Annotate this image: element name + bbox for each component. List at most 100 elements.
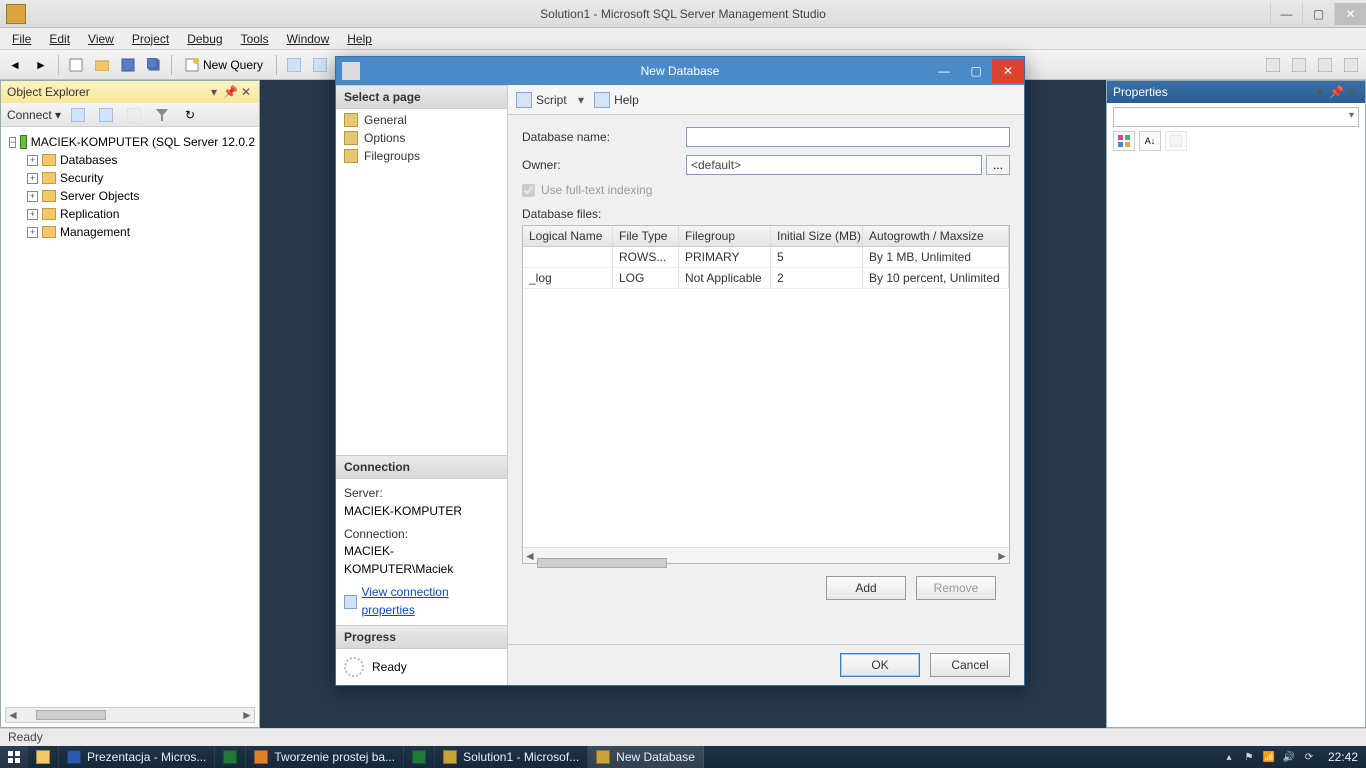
menu-tools[interactable]: Tools bbox=[233, 30, 277, 48]
cell-size[interactable]: 2 bbox=[771, 268, 863, 288]
owner-browse-button[interactable]: ... bbox=[986, 155, 1010, 175]
tree-node-replication[interactable]: +Replication bbox=[27, 205, 255, 223]
taskbar-item[interactable] bbox=[404, 746, 435, 768]
view-connection-link[interactable]: View connection properties bbox=[344, 584, 499, 619]
menu-debug[interactable]: Debug bbox=[179, 30, 230, 48]
grid-row[interactable]: _log LOG Not Applicable 2 By 10 percent,… bbox=[523, 268, 1009, 289]
menu-edit[interactable]: Edit bbox=[41, 30, 78, 48]
tool-icon-d[interactable] bbox=[1340, 54, 1362, 76]
properties-object-dropdown[interactable] bbox=[1113, 107, 1359, 127]
col-logical-name[interactable]: Logical Name bbox=[523, 226, 613, 246]
dialog-close-button[interactable]: ✕ bbox=[992, 59, 1024, 83]
ok-button[interactable]: OK bbox=[840, 653, 920, 677]
expander-icon[interactable]: + bbox=[27, 191, 38, 202]
col-autogrowth[interactable]: Autogrowth / Maxsize bbox=[863, 226, 1009, 246]
tool-icon-c[interactable] bbox=[1314, 54, 1336, 76]
panel-pin-icon[interactable]: 📌 bbox=[223, 85, 237, 99]
tree-node-security[interactable]: +Security bbox=[27, 169, 255, 187]
scroll-right-icon[interactable]: ► bbox=[995, 549, 1009, 563]
tray-network-icon[interactable]: 📶 bbox=[1262, 750, 1276, 764]
scroll-thumb[interactable] bbox=[537, 558, 667, 568]
taskbar-item[interactable] bbox=[215, 746, 246, 768]
scroll-right-icon[interactable]: ► bbox=[240, 708, 254, 722]
cell-growth[interactable]: By 1 MB, Unlimited bbox=[863, 247, 1009, 267]
col-file-type[interactable]: File Type bbox=[613, 226, 679, 246]
chevron-down-icon[interactable]: ▾ bbox=[578, 93, 584, 107]
save-icon[interactable] bbox=[117, 54, 139, 76]
start-button[interactable] bbox=[0, 746, 28, 768]
oe-filter-icon[interactable] bbox=[151, 104, 173, 126]
scroll-left-icon[interactable]: ◄ bbox=[6, 708, 20, 722]
scroll-left-icon[interactable]: ◄ bbox=[523, 549, 537, 563]
cell-type[interactable]: LOG bbox=[613, 268, 679, 288]
categorized-icon[interactable] bbox=[1113, 131, 1135, 151]
page-options[interactable]: Options bbox=[336, 129, 507, 147]
dialog-minimize-button[interactable]: — bbox=[928, 59, 960, 83]
panel-dropdown-icon[interactable]: ▾ bbox=[1313, 85, 1327, 99]
panel-pin-icon[interactable]: 📌 bbox=[1329, 85, 1343, 99]
connect-button[interactable]: Connect ▾ bbox=[7, 108, 61, 122]
add-button[interactable]: Add bbox=[826, 576, 906, 600]
db-name-input[interactable] bbox=[686, 127, 1010, 147]
panel-close-icon[interactable]: ✕ bbox=[239, 85, 253, 99]
expander-icon[interactable]: − bbox=[9, 137, 16, 148]
tray-flag-icon[interactable]: ⚑ bbox=[1242, 750, 1256, 764]
taskbar-item[interactable]: Prezentacja - Micros... bbox=[59, 746, 215, 768]
cell-growth[interactable]: By 10 percent, Unlimited bbox=[863, 268, 1009, 288]
cell-filegroup[interactable]: Not Applicable bbox=[679, 268, 771, 288]
dialog-maximize-button[interactable]: ▢ bbox=[960, 59, 992, 83]
cell-logical[interactable]: _log bbox=[523, 268, 613, 288]
cell-size[interactable]: 5 bbox=[771, 247, 863, 267]
panel-close-icon[interactable]: ✕ bbox=[1345, 85, 1359, 99]
cell-type[interactable]: ROWS... bbox=[613, 247, 679, 267]
expander-icon[interactable]: + bbox=[27, 155, 38, 166]
col-initial-size[interactable]: Initial Size (MB) bbox=[771, 226, 863, 246]
database-files-grid[interactable]: Logical Name File Type Filegroup Initial… bbox=[522, 225, 1010, 564]
new-project-icon[interactable] bbox=[65, 54, 87, 76]
col-filegroup[interactable]: Filegroup bbox=[679, 226, 771, 246]
tree-node-management[interactable]: +Management bbox=[27, 223, 255, 241]
menu-file[interactable]: File bbox=[4, 30, 39, 48]
tool-icon-a[interactable] bbox=[1262, 54, 1284, 76]
page-filegroups[interactable]: Filegroups bbox=[336, 147, 507, 165]
tool-icon-b[interactable] bbox=[1288, 54, 1310, 76]
minimize-button[interactable]: — bbox=[1270, 3, 1302, 25]
taskbar-item[interactable]: Solution1 - Microsof... bbox=[435, 746, 588, 768]
property-pages-icon[interactable] bbox=[1165, 131, 1187, 151]
grid-row[interactable]: ROWS... PRIMARY 5 By 1 MB, Unlimited bbox=[523, 247, 1009, 268]
help-button[interactable]: Help bbox=[594, 92, 639, 108]
query-icon-1[interactable] bbox=[283, 54, 305, 76]
page-general[interactable]: General bbox=[336, 111, 507, 129]
tree-node-server-objects[interactable]: +Server Objects bbox=[27, 187, 255, 205]
menu-help[interactable]: Help bbox=[339, 30, 380, 48]
cell-filegroup[interactable]: PRIMARY bbox=[679, 247, 771, 267]
save-all-icon[interactable] bbox=[143, 54, 165, 76]
cell-logical[interactable] bbox=[523, 247, 613, 267]
open-icon[interactable] bbox=[91, 54, 113, 76]
forward-icon[interactable]: ► bbox=[30, 54, 52, 76]
tray-volume-icon[interactable]: 🔊 bbox=[1282, 750, 1296, 764]
query-icon-2[interactable] bbox=[309, 54, 331, 76]
dialog-titlebar[interactable]: New Database — ▢ ✕ bbox=[336, 57, 1024, 85]
tray-up-icon[interactable]: ▴ bbox=[1222, 750, 1236, 764]
menu-window[interactable]: Window bbox=[279, 30, 338, 48]
owner-input[interactable] bbox=[686, 155, 982, 175]
taskbar-item-active[interactable]: New Database bbox=[588, 746, 704, 768]
new-query-button[interactable]: New Query bbox=[178, 55, 270, 75]
alphabetical-icon[interactable]: A↓ bbox=[1139, 131, 1161, 151]
oe-icon-3[interactable] bbox=[123, 104, 145, 126]
expander-icon[interactable]: + bbox=[27, 209, 38, 220]
tree-root[interactable]: − MACIEK-KOMPUTER (SQL Server 12.0.2 bbox=[9, 133, 255, 151]
object-explorer-tree[interactable]: − MACIEK-KOMPUTER (SQL Server 12.0.2 +Da… bbox=[1, 127, 259, 703]
oe-refresh-icon[interactable]: ↻ bbox=[179, 104, 201, 126]
back-icon[interactable]: ◄ bbox=[4, 54, 26, 76]
taskbar-explorer[interactable] bbox=[28, 746, 59, 768]
menu-view[interactable]: View bbox=[80, 30, 122, 48]
tree-node-databases[interactable]: +Databases bbox=[27, 151, 255, 169]
cancel-button[interactable]: Cancel bbox=[930, 653, 1010, 677]
menu-project[interactable]: Project bbox=[124, 30, 177, 48]
object-explorer-hscroll[interactable]: ◄ ► bbox=[5, 707, 255, 723]
tray-sync-icon[interactable]: ⟳ bbox=[1302, 750, 1316, 764]
close-button[interactable]: ✕ bbox=[1334, 3, 1366, 25]
script-button[interactable]: Script ▾ bbox=[516, 92, 584, 108]
